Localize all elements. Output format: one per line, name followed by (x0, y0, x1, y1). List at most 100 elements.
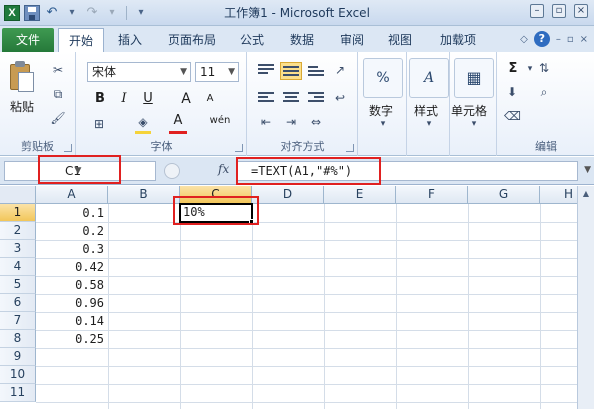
insert-function-icon[interactable]: fx (218, 162, 229, 176)
cell-a7[interactable]: 0.14 (36, 312, 108, 330)
styles-icon[interactable]: A (409, 58, 449, 98)
grid-line (108, 204, 109, 409)
grid-line (468, 204, 469, 409)
font-name-combo[interactable]: 宋体 ▼ (87, 62, 191, 82)
font-color-button[interactable]: A (169, 112, 187, 130)
decrease-indent-icon[interactable]: ⇤ (258, 114, 274, 130)
grow-font-button[interactable]: A (177, 90, 195, 108)
row-header-2[interactable]: 2 (0, 222, 36, 240)
borders-icon[interactable]: ⊞ (91, 116, 107, 132)
find-select-icon[interactable]: ⌕ (536, 84, 552, 100)
align-center-icon[interactable] (283, 92, 299, 106)
font-size-combo[interactable]: 11 ▼ (195, 62, 239, 82)
column-header-b[interactable]: B (108, 186, 180, 204)
column-header-c[interactable]: C (180, 186, 252, 204)
chevron-down-icon: ▼ (228, 67, 235, 77)
row-header-4[interactable]: 4 (0, 258, 36, 276)
expand-formula-bar-icon[interactable]: ▼ (584, 165, 591, 175)
tab-review[interactable]: 审阅 (332, 28, 372, 52)
cut-icon[interactable]: ✂ (50, 62, 66, 78)
column-header-e[interactable]: E (324, 186, 396, 204)
workbook-minimize-icon[interactable]: – (556, 34, 561, 45)
alignment-launcher-icon[interactable] (346, 144, 354, 152)
fill-icon[interactable]: ⬇ (504, 84, 520, 100)
wrap-text-icon[interactable]: ↩ (332, 90, 348, 106)
tab-view[interactable]: 视图 (380, 28, 420, 52)
clear-icon[interactable]: ⌫ (504, 108, 521, 124)
tab-data[interactable]: 数据 (282, 28, 322, 52)
grid-line (36, 384, 594, 385)
close-icon[interactable]: × (574, 4, 588, 18)
column-header-a[interactable]: A (36, 186, 108, 204)
row-header-8[interactable]: 8 (0, 330, 36, 348)
help-icon[interactable]: ? (533, 31, 550, 47)
cell-a8[interactable]: 0.25 (36, 330, 108, 348)
workbook-close-icon[interactable]: × (580, 34, 588, 45)
select-all-corner[interactable] (0, 186, 36, 204)
italic-button[interactable]: I (115, 90, 133, 108)
paste-button-label[interactable]: 粘贴 (10, 98, 34, 115)
fill-handle[interactable] (249, 219, 254, 224)
cell-a1[interactable]: 0.1 (36, 204, 108, 222)
tab-file[interactable]: 文件 (2, 28, 54, 52)
active-cell-c1[interactable]: 10% (179, 203, 253, 223)
cell-a6[interactable]: 0.96 (36, 294, 108, 312)
tab-page-layout[interactable]: 页面布局 (160, 28, 224, 52)
align-left-icon[interactable] (258, 92, 274, 106)
shrink-font-button[interactable]: A (201, 90, 219, 108)
autosum-button[interactable]: Σ (504, 60, 522, 78)
vertical-scrollbar[interactable]: ▲ (577, 186, 594, 409)
cell-a4[interactable]: 0.42 (36, 258, 108, 276)
column-header-d[interactable]: D (252, 186, 324, 204)
cells-icon[interactable]: ▦ (454, 58, 494, 98)
row-header-3[interactable]: 3 (0, 240, 36, 258)
cell-a3[interactable]: 0.3 (36, 240, 108, 258)
column-header-g[interactable]: G (468, 186, 540, 204)
merge-center-icon[interactable]: ⇔ (308, 114, 324, 130)
grid-line (324, 204, 325, 409)
column-header-f[interactable]: F (396, 186, 468, 204)
grid-line (540, 204, 541, 409)
chevron-down-icon[interactable]: ▼ (5, 162, 151, 180)
minimize-ribbon-icon[interactable]: ◇ (520, 34, 528, 45)
increase-indent-icon[interactable]: ⇥ (283, 114, 299, 130)
cell-a2[interactable]: 0.2 (36, 222, 108, 240)
row-header-10[interactable]: 10 (0, 366, 36, 384)
worksheet-grid[interactable]: A B C D E F G H 1 2 3 4 5 6 7 8 9 10 11 … (0, 186, 594, 409)
row-header-7[interactable]: 7 (0, 312, 36, 330)
align-right-icon[interactable] (308, 92, 324, 106)
bold-button[interactable]: B (91, 90, 109, 108)
paste-icon[interactable] (10, 60, 36, 94)
align-bottom-icon[interactable] (308, 66, 324, 80)
clipboard-launcher-icon[interactable] (64, 144, 72, 152)
row-header-5[interactable]: 5 (0, 276, 36, 294)
row-header-1[interactable]: 1 (0, 204, 36, 222)
tab-addins[interactable]: 加载项 (432, 28, 484, 52)
orientation-icon[interactable]: ↗ (332, 62, 348, 78)
scroll-up-icon[interactable]: ▲ (578, 186, 594, 202)
column-header-h[interactable]: H (540, 186, 580, 204)
sort-filter-icon[interactable]: ⇅ (536, 60, 552, 76)
minimize-icon[interactable]: – (530, 4, 544, 18)
tab-insert[interactable]: 插入 (110, 28, 150, 52)
restore-icon[interactable]: ▫ (552, 4, 566, 18)
tab-home[interactable]: 开始 (58, 28, 104, 52)
underline-button[interactable]: U (139, 90, 157, 108)
number-format-icon[interactable]: % (363, 58, 403, 98)
cancel-icon[interactable] (164, 163, 180, 179)
font-launcher-icon[interactable] (235, 144, 243, 152)
formula-input[interactable]: =TEXT(A1,"#%") (236, 161, 578, 181)
phonetic-button[interactable]: wén (207, 112, 233, 130)
align-top-icon[interactable] (258, 64, 274, 78)
row-header-11[interactable]: 11 (0, 384, 36, 402)
row-header-6[interactable]: 6 (0, 294, 36, 312)
fill-color-icon[interactable]: ◈ (135, 114, 151, 130)
cell-a5[interactable]: 0.58 (36, 276, 108, 294)
grid-line (180, 204, 181, 409)
copy-icon[interactable]: ⧉ (50, 86, 66, 102)
format-painter-icon[interactable]: 🖌 (50, 110, 66, 126)
name-box[interactable]: C1 ▼ (4, 161, 156, 181)
tab-formulas[interactable]: 公式 (232, 28, 272, 52)
workbook-restore-icon[interactable]: ▫ (567, 34, 574, 45)
row-header-9[interactable]: 9 (0, 348, 36, 366)
